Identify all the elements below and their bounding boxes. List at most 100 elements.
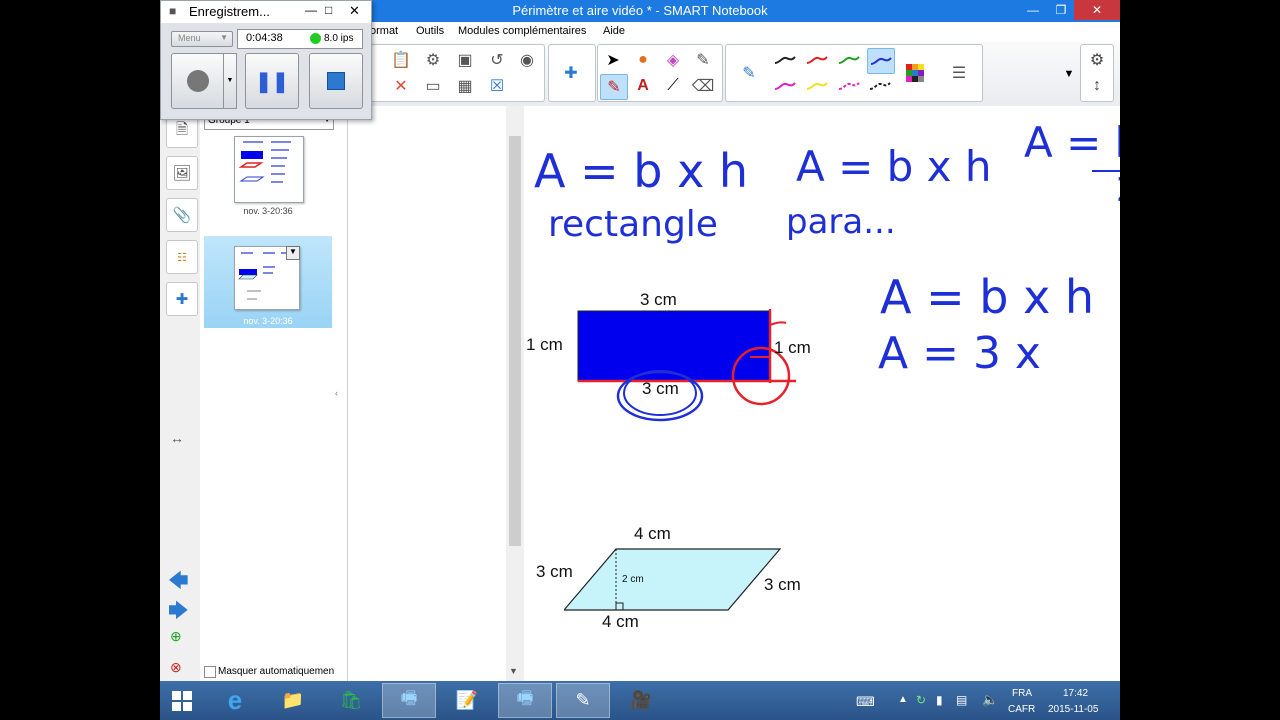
magic-pen-icon[interactable]: ✎ xyxy=(690,48,716,72)
menu-format[interactable]: ormat xyxy=(370,25,398,37)
resize-sidebar-icon[interactable]: ↔ xyxy=(170,430,184,446)
shapes-icon[interactable]: ● xyxy=(630,48,656,72)
recorder-maximize-icon[interactable]: □ xyxy=(325,3,332,17)
recorder-fps: 8.0 ips xyxy=(324,33,354,44)
sorter-resize-icon[interactable]: ‹ xyxy=(335,388,338,398)
text-icon[interactable]: A xyxy=(630,74,656,98)
pen-red-icon[interactable] xyxy=(804,48,830,72)
color-palette-icon[interactable] xyxy=(902,61,928,85)
page-menu-chevron-icon[interactable]: ▼ xyxy=(286,246,300,260)
eraser-pen-icon[interactable]: ◈ xyxy=(660,48,686,72)
eraser-icon[interactable]: ⌫ xyxy=(690,74,716,98)
clear-page-icon[interactable]: ☒ xyxy=(484,74,510,98)
page-thumbnail-1[interactable] xyxy=(234,136,304,203)
record-button[interactable] xyxy=(171,53,225,109)
rectangle-right-label: 1 cm xyxy=(774,338,811,357)
network-icon[interactable]: ▤ xyxy=(956,693,967,707)
file-explorer-icon[interactable]: 📁 xyxy=(266,683,320,718)
input-language[interactable]: FRA xyxy=(1012,688,1032,699)
battery-icon[interactable]: ▮ xyxy=(936,693,943,707)
toolbar-expand-icon[interactable]: ▼ xyxy=(1056,62,1082,86)
table-icon[interactable]: ▦ xyxy=(452,74,478,98)
menu-aide[interactable]: Aide xyxy=(603,25,625,37)
select-arrow-icon[interactable]: ➤ xyxy=(600,48,626,72)
record-options-chevron-icon[interactable]: ▼ xyxy=(223,53,237,109)
clock-date[interactable]: 2015-11-05 xyxy=(1048,704,1098,715)
keyboard-icon[interactable]: ⌨ xyxy=(856,694,875,710)
next-page-icon[interactable]: 🡆 xyxy=(168,596,189,630)
menu-modules[interactable]: Modules complémentaires xyxy=(458,25,586,37)
close-button[interactable]: ✕ xyxy=(1074,0,1120,20)
minimize-button[interactable]: — xyxy=(1018,0,1048,20)
sorter-divider xyxy=(347,106,348,681)
rectangle-shape xyxy=(577,310,771,382)
attachments-icon[interactable]: 📎 xyxy=(166,198,198,232)
rectangle-label-ink: rectangle xyxy=(548,204,718,245)
sorter-scrollbar[interactable]: ▼ xyxy=(506,106,524,681)
camera-icon[interactable]: ▣ xyxy=(452,48,478,72)
start-windows-icon[interactable] xyxy=(160,683,204,718)
add-page-icon[interactable]: ⊕ xyxy=(170,628,182,645)
properties-icon[interactable]: ◉ xyxy=(514,48,540,72)
sync-icon[interactable]: ↻ xyxy=(916,693,926,707)
document-camera-icon[interactable]: ↺ xyxy=(484,48,510,72)
previous-page-icon[interactable]: 🡄 xyxy=(168,566,189,600)
recorder-title-bar: ■ Enregistrem... — □ ✕ xyxy=(161,1,371,23)
screen-shade-icon[interactable]: ▭ xyxy=(420,74,446,98)
volume-icon[interactable]: 🔈 xyxy=(982,692,998,708)
properties-tab-icon[interactable]: ☷ xyxy=(166,240,198,274)
recorder-menu-button[interactable]: Menu ▼ xyxy=(171,31,233,47)
gallery-icon[interactable]: 🖼 xyxy=(166,156,198,190)
delete-page-icon[interactable]: ⊗ xyxy=(170,659,182,676)
tray-expand-icon[interactable]: ▲ xyxy=(898,694,908,705)
smart-ink-icon[interactable]: ✎ xyxy=(556,683,610,718)
toolbar-group-tools: ➤ ● ◈ ✎ ✎ A ⟋ ⌫ xyxy=(597,44,723,102)
delete-icon[interactable]: ✕ xyxy=(388,74,414,98)
scrollbar-thumb[interactable] xyxy=(509,136,521,546)
recorder-minimize-icon[interactable]: — xyxy=(305,3,317,17)
recorder-title: Enregistrem... xyxy=(189,4,270,19)
parallelogram-bottom-label: 4 cm xyxy=(602,612,639,631)
pen-magenta-icon[interactable] xyxy=(772,74,798,98)
pen-type-icon[interactable]: ✎ xyxy=(736,61,762,85)
pen-green-icon[interactable] xyxy=(836,48,862,72)
pen-blue-icon[interactable] xyxy=(867,48,895,74)
settings-gear-icon[interactable]: ⚙ xyxy=(1084,48,1110,72)
menu-outils[interactable]: Outils xyxy=(416,25,444,37)
store-icon[interactable]: 🛍 xyxy=(324,683,378,718)
recorder-taskbar-icon[interactable]: 🎥 xyxy=(614,683,668,718)
pause-button[interactable]: ❚❚ xyxy=(245,53,299,109)
autohide-checkbox[interactable] xyxy=(204,666,216,678)
smart-notebook-taskbar-icon[interactable]: 🖷 xyxy=(498,683,552,718)
taskbar: e 📁 🛍 🖷 📝 🖷 ✎ 🎥 ⌨ ▲ ↻ ▮ ▤ 🔈 FRA CAFR 17:… xyxy=(160,681,1120,720)
parallelogram-formula-ink: A = b x h xyxy=(796,142,992,191)
internet-explorer-icon[interactable]: e xyxy=(208,683,262,718)
addons-puzzle-icon[interactable]: ✚ xyxy=(558,61,584,85)
whiteboard-canvas[interactable]: A = b x h rectangle A = b x h para... A … xyxy=(524,106,1120,681)
screen-capture-icon[interactable]: ⚙ xyxy=(420,48,446,72)
scroll-down-icon[interactable]: ▼ xyxy=(509,666,518,676)
line-icon[interactable]: ⟋ xyxy=(660,74,686,98)
pens-icon[interactable]: ✎ xyxy=(600,74,628,100)
smart-board-tools-icon[interactable]: 🖷 xyxy=(382,683,436,718)
pen-dashed-magenta-icon[interactable] xyxy=(836,74,862,98)
toolbar-group-properties: ✎ ☰ xyxy=(725,44,983,102)
recorder-status-light xyxy=(310,33,321,44)
pen-black-icon[interactable] xyxy=(772,48,798,72)
notes-icon[interactable]: 📝 xyxy=(440,683,494,718)
addons-tab-icon[interactable]: ✚ xyxy=(166,282,198,316)
paste-icon[interactable]: 📋 xyxy=(388,48,414,72)
keyboard-layout[interactable]: CAFR xyxy=(1008,704,1035,715)
pen-yellow-icon[interactable] xyxy=(804,74,830,98)
triangle-formula-denominator-ink: 2 xyxy=(1116,170,1120,210)
page-thumbnail-label: nov. 3-20:36 xyxy=(243,206,293,216)
line-style-icon[interactable]: ☰ xyxy=(946,61,972,85)
stop-button[interactable] xyxy=(309,53,363,109)
pen-dashed-black-icon[interactable] xyxy=(867,74,893,98)
recorder-close-icon[interactable]: ✕ xyxy=(349,3,360,19)
clock-time[interactable]: 17:42 xyxy=(1063,688,1088,699)
stop-icon xyxy=(327,72,345,90)
move-toolbar-icon[interactable]: ↕ xyxy=(1084,74,1110,98)
toolbar-group-addons: ✚ xyxy=(548,44,596,102)
restore-button[interactable]: ❐ xyxy=(1046,0,1076,20)
